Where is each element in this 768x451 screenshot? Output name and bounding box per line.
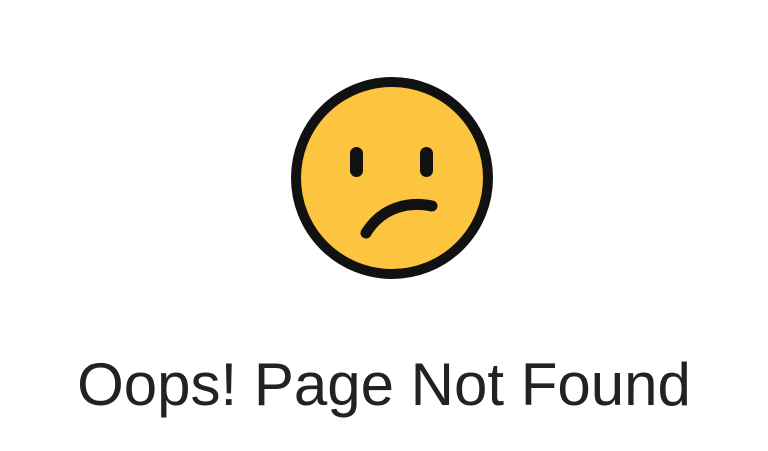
error-message: Oops! Page Not Found	[77, 351, 691, 418]
not-found-page: Oops! Page Not Found	[0, 0, 768, 451]
confused-face-icon	[287, 73, 497, 283]
